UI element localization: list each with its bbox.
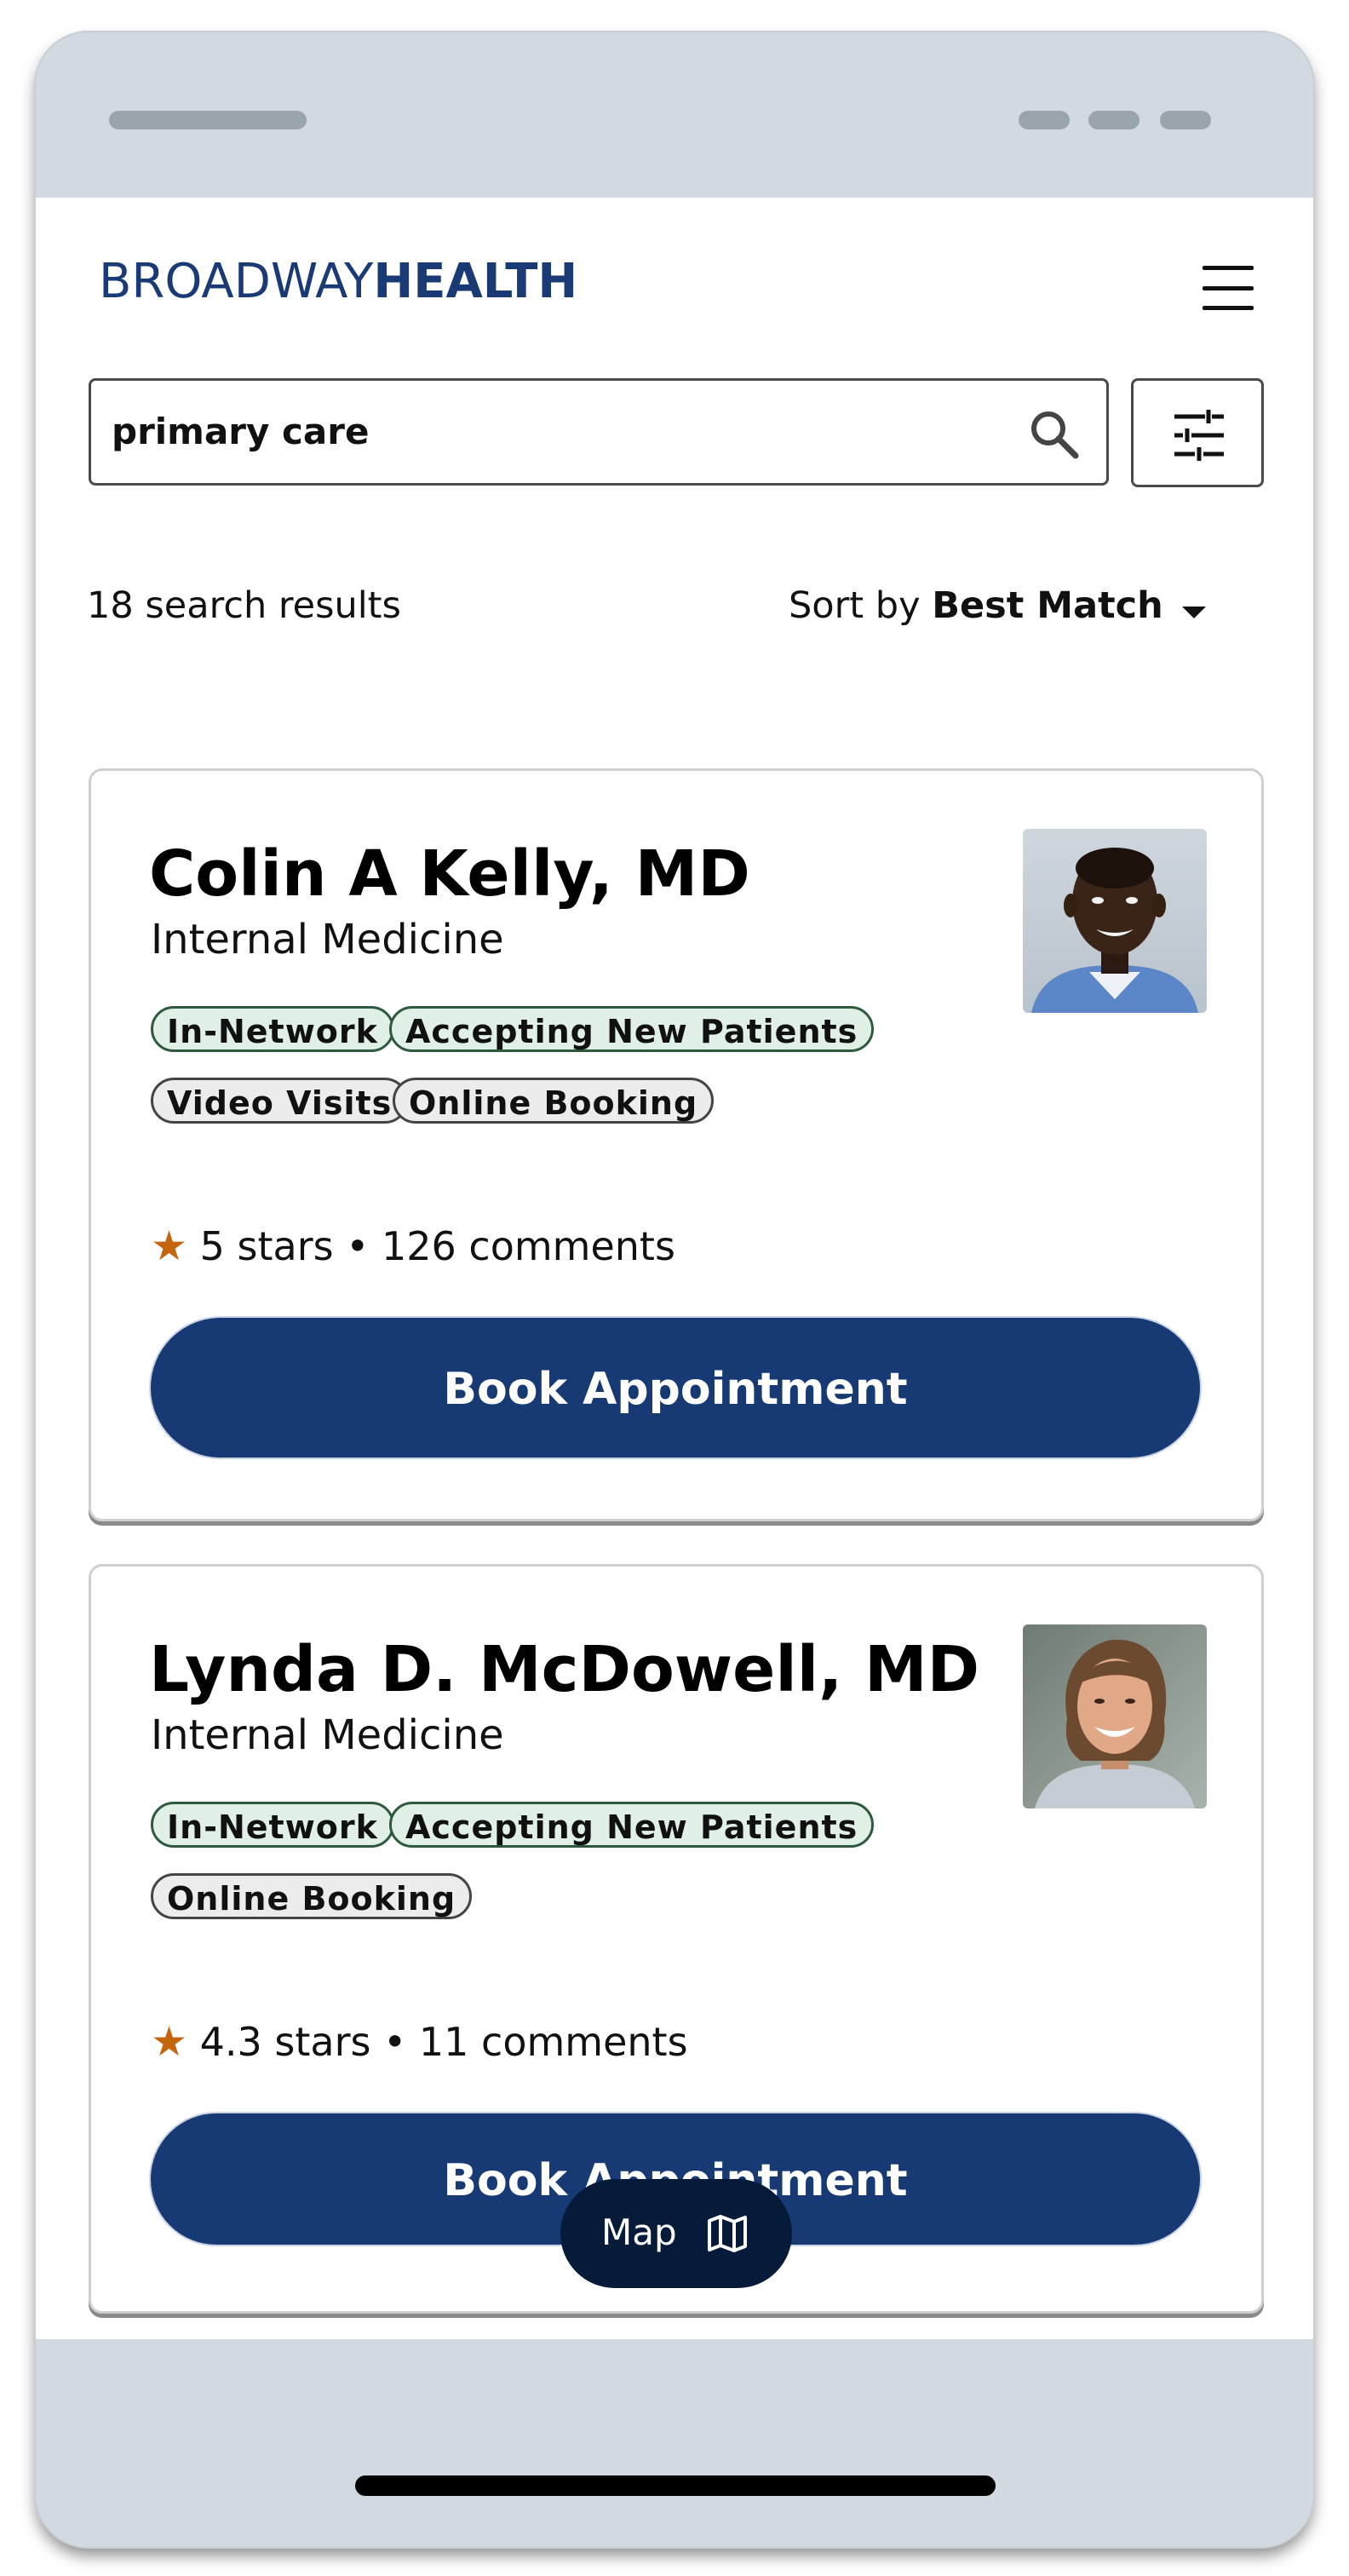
sort-value: Best Match: [932, 584, 1163, 627]
doctor-name[interactable]: Colin A Kelly, MD: [149, 837, 750, 911]
brand-logo[interactable]: BROADWAYHEALTH: [99, 254, 577, 309]
rating-text: 5 stars • 126 comments: [199, 1223, 675, 1269]
rating-text: 4.3 stars • 11 comments: [199, 2019, 688, 2065]
filter-button[interactable]: [1131, 378, 1264, 487]
logo-part-health: HEALTH: [373, 254, 578, 309]
tag-online-booking: Online Booking: [151, 1873, 473, 1919]
book-appointment-button[interactable]: Book Appointment: [149, 1316, 1202, 1459]
doctor-specialty: Internal Medicine: [151, 1711, 504, 1759]
logo-part-broadway: BROADWAY: [99, 254, 374, 309]
doctor-name[interactable]: Lynda D. McDowell, MD: [149, 1633, 979, 1706]
tag-accepting-new-patients: Accepting New Patients: [389, 1006, 875, 1052]
status-bar: [36, 32, 1313, 198]
bottom-bar: [36, 2339, 1313, 2547]
sort-prefix: Sort by: [789, 584, 921, 627]
doctor-rating[interactable]: ★ 5 stars • 126 comments: [151, 1222, 675, 1270]
map-label: Map: [601, 2211, 677, 2253]
menu-icon[interactable]: [1203, 266, 1254, 310]
caret-down-icon[interactable]: [1182, 607, 1206, 618]
status-pill: [109, 111, 307, 129]
tag-video-visits: Video Visits: [151, 1078, 409, 1124]
results-count: 18 search results: [87, 584, 401, 627]
app-screen: BROADWAYHEALTH primary care 18 search re…: [36, 198, 1313, 2339]
map-button[interactable]: Map: [560, 2179, 792, 2288]
doctor-specialty: Internal Medicine: [151, 916, 504, 963]
star-icon: ★: [151, 2018, 188, 2066]
tag-accepting-new-patients: Accepting New Patients: [389, 1802, 875, 1848]
doctor-rating[interactable]: ★ 4.3 stars • 11 comments: [151, 2018, 688, 2066]
search-input-value: primary care: [112, 411, 370, 452]
map-icon: [708, 2215, 747, 2252]
home-indicator[interactable]: [355, 2475, 996, 2496]
tag-in-network: In-Network: [151, 1006, 394, 1052]
star-icon: ★: [151, 1222, 188, 1270]
status-dot: [1160, 111, 1211, 129]
tag-in-network: In-Network: [151, 1802, 394, 1848]
tag-online-booking: Online Booking: [393, 1078, 715, 1124]
doctor-card[interactable]: Colin A Kelly, MD Internal Medicine In-N…: [89, 768, 1264, 1521]
doctor-photo: [1023, 829, 1207, 1013]
phone-frame: BROADWAYHEALTH primary care 18 search re…: [36, 32, 1313, 2547]
status-dot: [1019, 111, 1070, 129]
filter-icon: [1174, 410, 1224, 461]
search-icon[interactable]: [1026, 406, 1081, 461]
search-input[interactable]: primary care: [89, 378, 1109, 486]
sort-dropdown[interactable]: Sort by Best Match: [789, 584, 1163, 627]
doctor-photo: [1023, 1624, 1207, 1808]
status-dot: [1088, 111, 1139, 129]
